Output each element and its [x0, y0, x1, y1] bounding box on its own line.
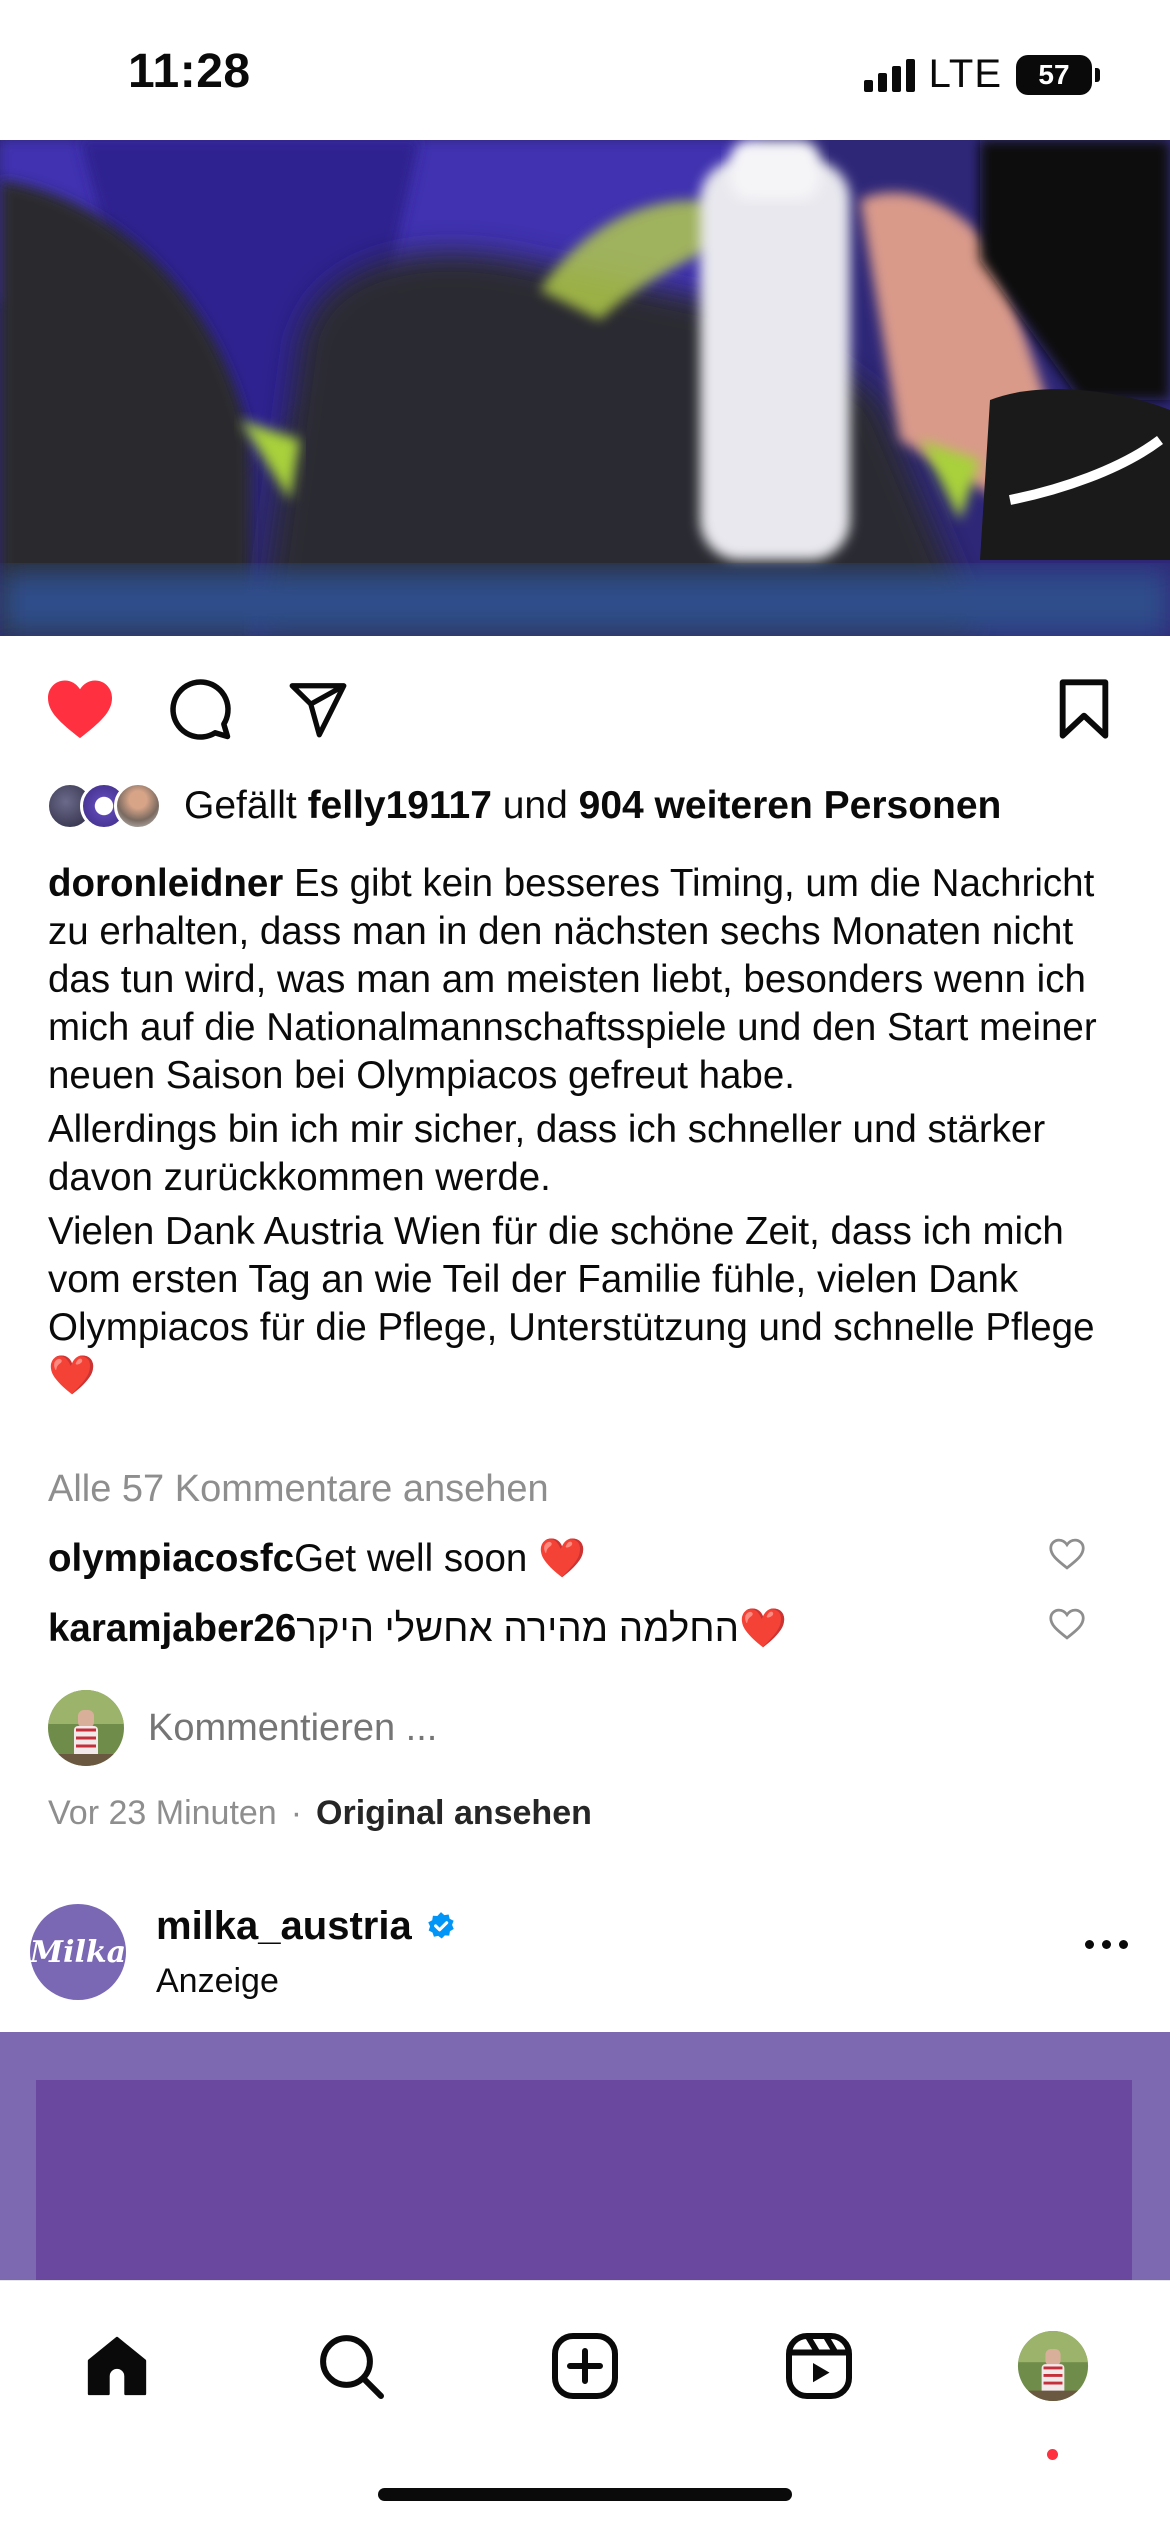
post-caption: doronleidner Es gibt kein besseres Timin… — [48, 860, 1133, 1406]
next-post-username[interactable]: milka_austria — [156, 1904, 412, 1949]
comment-row: karamjaber26 החלמה מהירה אחשלי היקר❤️ — [48, 1606, 1128, 1651]
home-indicator — [378, 2488, 792, 2501]
current-user-avatar — [48, 1690, 124, 1766]
sponsored-label: Anzeige — [156, 1962, 279, 2000]
post-meta: Vor 23 Minuten · Original ansehen — [48, 1794, 592, 1833]
share-button[interactable] — [278, 674, 358, 744]
tab-create[interactable] — [540, 2321, 630, 2411]
tab-home[interactable] — [72, 2321, 162, 2411]
milka-avatar[interactable]: Milka — [30, 1904, 126, 2000]
post-timestamp: Vor 23 Minuten — [48, 1794, 277, 1832]
comment-username[interactable]: karamjaber26 — [48, 1607, 296, 1651]
post-photo-illustration — [0, 140, 1170, 636]
tab-search[interactable] — [306, 2321, 396, 2411]
paper-plane-icon — [289, 683, 347, 738]
comment-row: olympiacosfc Get well soon ❤️ — [48, 1536, 1128, 1581]
heart-outline-icon — [1049, 1608, 1085, 1640]
post-image[interactable] — [0, 140, 1170, 636]
post-actions — [0, 674, 1170, 744]
view-all-comments-link[interactable]: Alle 57 Kommentare ansehen — [48, 1468, 549, 1511]
comment-text: החלמה מהירה אחשלי היקר❤️ — [296, 1607, 787, 1650]
network-label: LTE — [928, 52, 1002, 96]
caption-username[interactable]: doronleidner — [48, 862, 283, 905]
comment-username[interactable]: olympiacosfc — [48, 1537, 294, 1581]
reels-icon — [786, 2333, 852, 2399]
comment-button[interactable] — [160, 674, 240, 744]
search-icon — [320, 2335, 384, 2399]
comment-bubble-icon — [170, 679, 231, 740]
battery-level: 57 — [1016, 54, 1092, 95]
liker-avatars — [46, 782, 162, 830]
likes-summary[interactable]: Gefällt felly19117 und 904 weiteren Pers… — [46, 782, 1001, 830]
status-indicators: LTE 57 — [863, 52, 1100, 97]
caption-paragraph: Vielen Dank Austria Wien für die schöne … — [48, 1210, 1095, 1397]
comment-text: Get well soon ❤️ — [294, 1537, 586, 1580]
home-icon — [87, 2336, 147, 2396]
liker-avatar — [114, 782, 162, 830]
profile-avatar — [1017, 2330, 1089, 2402]
next-post-username-row[interactable]: milka_austria — [156, 1904, 458, 1949]
save-button[interactable] — [1044, 674, 1124, 744]
comment-like-button[interactable] — [1048, 1607, 1086, 1651]
likes-count[interactable]: 904 weiteren Personen — [579, 784, 1002, 827]
signal-icon — [863, 58, 915, 92]
next-post-media[interactable] — [0, 2032, 1170, 2280]
battery-icon: 57 — [1016, 54, 1100, 95]
comment-input[interactable] — [148, 1706, 748, 1750]
see-original-link[interactable]: Original ansehen — [316, 1794, 592, 1833]
tab-profile[interactable] — [1008, 2321, 1098, 2411]
heart-outline-icon — [1049, 1538, 1085, 1570]
next-post-header: Milka milka_austria Anzeige — [30, 1900, 1140, 2000]
more-options-icon[interactable] — [1085, 1940, 1128, 1949]
heart-filled-icon — [48, 680, 112, 739]
tab-reels[interactable] — [774, 2321, 864, 2411]
create-post-icon — [552, 2333, 618, 2399]
caption-paragraph: Allerdings bin ich mir sicher, dass ich … — [48, 1108, 1046, 1199]
likes-text: Gefällt felly19117 und 904 weiteren Pers… — [184, 784, 1002, 827]
add-comment-row — [48, 1690, 748, 1766]
liker-username[interactable]: felly19117 — [308, 784, 492, 827]
like-button[interactable] — [40, 674, 120, 744]
notification-dot — [1047, 2449, 1058, 2460]
bookmark-icon — [1059, 679, 1109, 739]
comment-like-button[interactable] — [1048, 1537, 1086, 1581]
status-time: 11:28 — [128, 45, 251, 98]
meta-separator: · — [290, 1794, 303, 1832]
verified-badge-icon — [427, 1911, 454, 1938]
